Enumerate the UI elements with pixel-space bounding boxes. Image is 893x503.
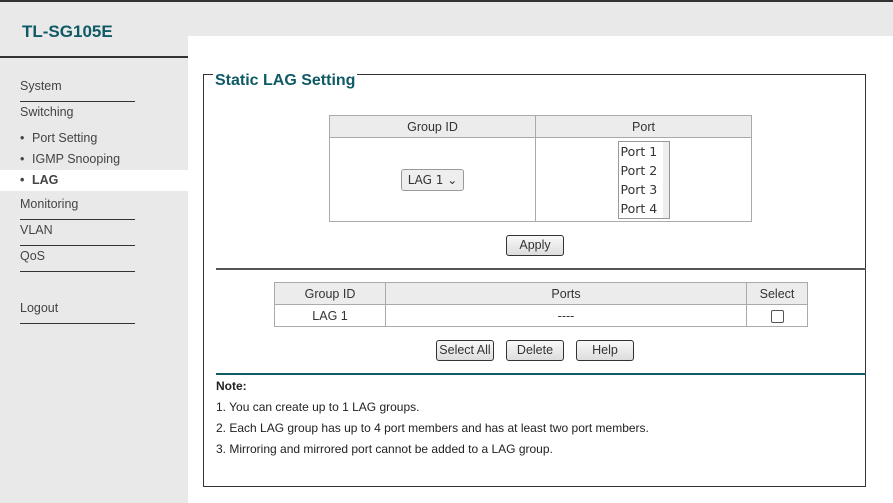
- sidebar-item-system[interactable]: System: [20, 76, 135, 102]
- select-all-button[interactable]: Select All: [436, 340, 494, 361]
- note-title: Note:: [216, 379, 247, 393]
- sidebar-item-lag[interactable]: • LAG: [0, 170, 188, 191]
- col-group-id: Group ID: [329, 115, 536, 138]
- sidebar-item-igmp-snooping[interactable]: • IGMP Snooping: [0, 149, 188, 170]
- lag-config-table: Group ID Port LAG 1 ⌄ Port 1 Port 2 Port …: [329, 115, 752, 222]
- sidebar-item-qos[interactable]: QoS: [20, 246, 135, 272]
- main-content: Static LAG Setting Group ID Port LAG 1 ⌄ …: [188, 36, 893, 503]
- port-option[interactable]: Port 4: [621, 199, 669, 218]
- app-logo: TL-SG105E: [22, 22, 113, 41]
- group-id-select[interactable]: LAG 1 ⌄: [400, 168, 465, 191]
- sidebar-item-switching[interactable]: Switching: [20, 102, 135, 128]
- delete-button[interactable]: Delete: [506, 340, 564, 361]
- sidebar: System Switching • Port Setting • IGMP Sno…: [0, 76, 188, 324]
- col-group-id: Group ID: [274, 282, 386, 305]
- note-line: 3. Mirroring and mirrored port cannot be…: [216, 442, 553, 456]
- col-port: Port: [535, 115, 752, 138]
- note-line: 1. You can create up to 1 LAG groups.: [216, 400, 420, 414]
- sidebar-item-vlan[interactable]: VLAN: [20, 220, 135, 246]
- port-option[interactable]: Port 2: [621, 161, 669, 180]
- select-checkbox[interactable]: [770, 309, 784, 323]
- sidebar-item-port-setting[interactable]: • Port Setting: [0, 128, 188, 149]
- col-select: Select: [746, 282, 808, 305]
- sidebar-item-monitoring[interactable]: Monitoring: [20, 194, 135, 220]
- page-title: Static LAG Setting: [213, 72, 358, 90]
- divider: [216, 373, 866, 375]
- help-button[interactable]: Help: [576, 340, 634, 361]
- port-option[interactable]: Port 3: [621, 180, 669, 199]
- divider: [0, 56, 188, 58]
- port-listbox[interactable]: Port 1 Port 2 Port 3 Port 4: [617, 140, 670, 219]
- divider: [216, 268, 866, 270]
- sidebar-item-logout[interactable]: Logout: [20, 298, 135, 324]
- col-ports: Ports: [385, 282, 747, 305]
- port-option[interactable]: Port 1: [621, 142, 669, 161]
- apply-button[interactable]: Apply: [506, 235, 564, 256]
- chevron-down-icon: ⌄: [447, 172, 458, 187]
- note-line: 2. Each LAG group has up to 4 port membe…: [216, 421, 649, 435]
- table-row: LAG 1 ----: [274, 304, 808, 327]
- lag-groups-table: Group ID Ports Select LAG 1 ----: [274, 282, 808, 327]
